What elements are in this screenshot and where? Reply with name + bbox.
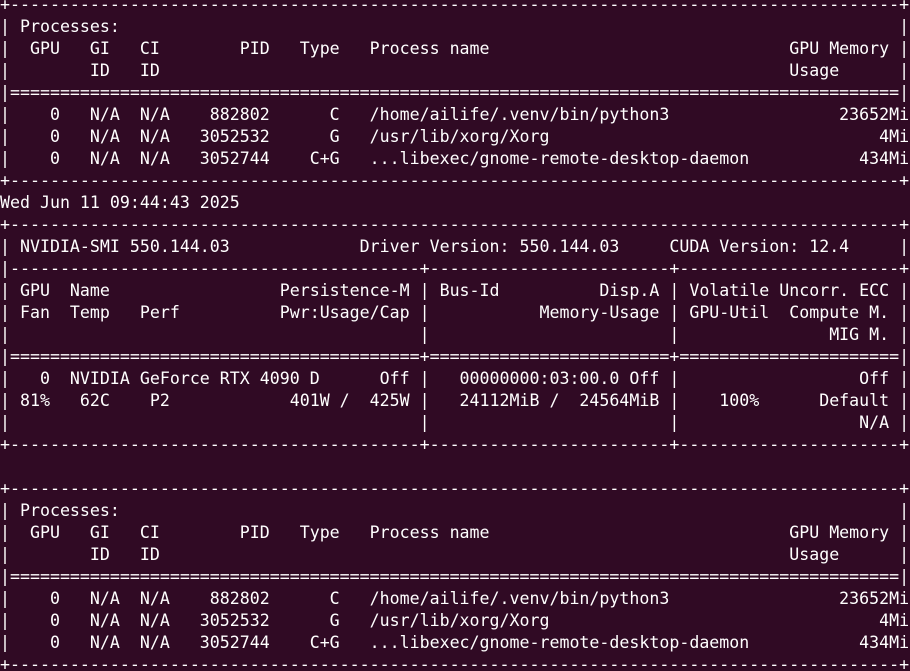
process-table-top-border: +---------------------------------------… xyxy=(0,479,910,498)
process-row: | 0 N/A N/A 3052744 C+G ...libexec/gnome… xyxy=(0,633,910,652)
smi-table-top-border: +---------------------------------------… xyxy=(0,215,910,234)
smi-bottom-border: +---------------------------------------… xyxy=(0,435,910,454)
gpu-row-1: | 0 NVIDIA GeForce RTX 4090 D Off | 0000… xyxy=(0,369,910,388)
smi-version-line: | NVIDIA-SMI 550.144.03 Driver Version: … xyxy=(0,237,910,256)
process-table-header-1: | GPU GI CI PID Type Process name GPU Me… xyxy=(0,523,910,542)
process-table-header-2: | ID ID Usage | xyxy=(0,545,910,564)
process-row: | 0 N/A N/A 882802 C /home/ailife/.venv/… xyxy=(0,105,910,124)
process-table-title: | Processes: | xyxy=(0,501,910,520)
timestamp-line: Wed Jun 11 09:44:43 2025 xyxy=(0,193,240,212)
process-table-separator: |=======================================… xyxy=(0,567,910,586)
smi-divider: |---------------------------------------… xyxy=(0,259,910,278)
smi-header-1: | GPU Name Persistence-M | Bus-Id Disp.A… xyxy=(0,281,910,300)
process-table-separator: |=======================================… xyxy=(0,83,910,102)
terminal-output[interactable]: +---------------------------------------… xyxy=(0,0,910,671)
process-table-header-2: | ID ID Usage | xyxy=(0,61,910,80)
process-table-bottom-border: +---------------------------------------… xyxy=(0,655,910,671)
smi-header-3: | | | MIG M. | xyxy=(0,325,910,344)
process-table-bottom-border: +---------------------------------------… xyxy=(0,171,910,190)
smi-separator: |=======================================… xyxy=(0,347,910,366)
process-table-title: | Processes: | xyxy=(0,17,910,36)
process-table-header-1: | GPU GI CI PID Type Process name GPU Me… xyxy=(0,39,910,58)
gpu-row-3: | | | N/A | xyxy=(0,413,910,432)
process-row: | 0 N/A N/A 3052744 C+G ...libexec/gnome… xyxy=(0,149,910,168)
process-row: | 0 N/A N/A 3052532 G /usr/lib/xorg/Xorg… xyxy=(0,127,910,146)
process-row: | 0 N/A N/A 882802 C /home/ailife/.venv/… xyxy=(0,589,910,608)
process-table-top-border: +---------------------------------------… xyxy=(0,0,910,14)
smi-header-2: | Fan Temp Perf Pwr:Usage/Cap | Memory-U… xyxy=(0,303,910,322)
gpu-row-2: | 81% 62C P2 401W / 425W | 24112MiB / 24… xyxy=(0,391,910,410)
process-row: | 0 N/A N/A 3052532 G /usr/lib/xorg/Xorg… xyxy=(0,611,910,630)
